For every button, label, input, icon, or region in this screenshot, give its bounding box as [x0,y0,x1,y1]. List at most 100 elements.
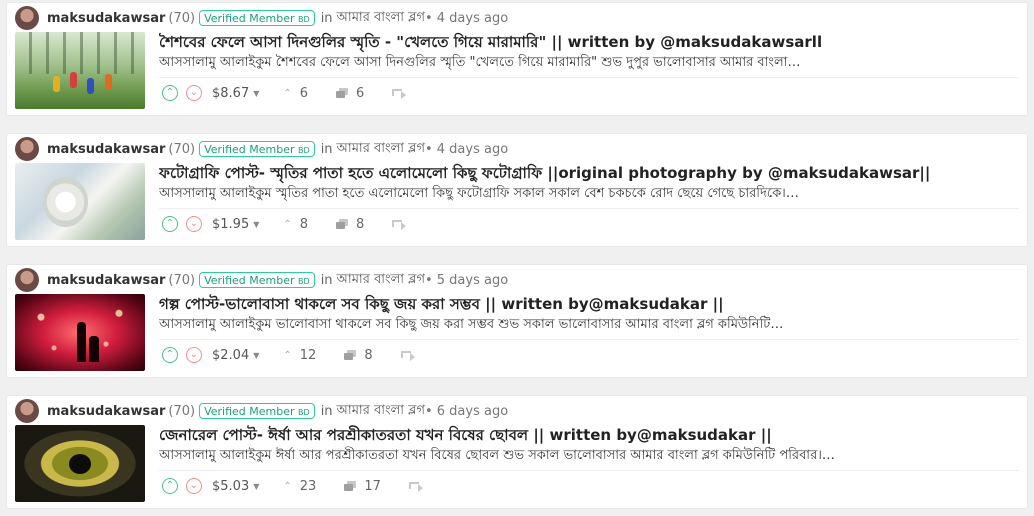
author-link[interactable]: maksudakawsar [47,273,165,288]
post-time: • 4 days ago [424,10,509,26]
comments-icon[interactable] [336,219,349,229]
caret-down-icon[interactable]: ▼ [253,220,259,229]
comments-count[interactable]: 17 [364,479,381,494]
author-link[interactable]: maksudakawsar [47,142,165,157]
post-header: maksudakawsar (70) Verified Member BD in… [15,6,509,30]
votes-icon[interactable]: ⌃ [283,219,291,230]
post-time: • 5 days ago [424,272,509,288]
verified-badge: Verified Member BD [199,10,315,26]
payout-amount[interactable]: $8.67 [212,86,249,101]
votes-count[interactable]: 23 [300,479,317,494]
votes-icon[interactable]: ⌃ [283,350,291,361]
avatar[interactable] [15,137,39,161]
post-actions: ⌃ ⌄ $5.03 ▼ ⌃ 23 17 [162,476,423,496]
votes-icon[interactable]: ⌃ [283,481,291,492]
comments-icon[interactable] [336,88,349,98]
community-link[interactable]: আমার বাংলা ব্লগ [337,401,425,422]
post-actions: ⌃ ⌄ $2.04 ▼ ⌃ 12 8 [162,345,415,365]
post-header: maksudakawsar (70) Verified Member BD in… [15,137,509,161]
payout-amount[interactable]: $2.04 [212,348,249,363]
community-link[interactable]: আমার বাংলা ব্লগ [337,8,425,29]
badge-text: Verified Member [204,274,295,287]
post-thumbnail[interactable] [15,425,145,502]
votes-count[interactable]: 12 [300,348,317,363]
in-label: in [320,10,333,26]
badge-text: Verified Member [204,405,295,418]
post-card: maksudakawsar (70) Verified Member BD in… [6,133,1028,247]
divider [159,339,1019,340]
comments-icon[interactable] [344,350,357,360]
figure-silhouette [89,336,99,362]
reputation: (70) [168,272,196,288]
in-label: in [320,403,333,419]
badge-text: Verified Member [204,12,295,25]
author-link[interactable]: maksudakawsar [47,404,165,419]
in-label: in [320,141,333,157]
chevron-up-icon[interactable]: ⌃ [162,347,178,363]
verified-badge: Verified Member BD [199,272,315,288]
reblog-icon[interactable] [400,350,415,361]
post-header: maksudakawsar (70) Verified Member BD in… [15,268,509,292]
avatar[interactable] [15,399,39,423]
reputation: (70) [168,10,196,26]
chevron-down-icon[interactable]: ⌄ [186,478,202,494]
caret-down-icon[interactable]: ▼ [253,89,259,98]
in-label: in [320,272,333,288]
chevron-up-icon[interactable]: ⌃ [162,216,178,232]
author-link[interactable]: maksudakawsar [47,11,165,26]
divider [159,77,1019,78]
post-header: maksudakawsar (70) Verified Member BD in… [15,399,509,423]
caret-down-icon[interactable]: ▼ [253,482,259,491]
post-excerpt[interactable]: আসসালামু আলাইকুম স্মৃতির পাতা হতে এলোমেল… [159,184,1019,205]
community-link[interactable]: আমার বাংলা ব্লগ [337,270,425,291]
figure-silhouette [77,322,86,362]
reblog-icon[interactable] [392,219,407,230]
comments-icon[interactable] [344,481,357,491]
votes-icon[interactable]: ⌃ [283,88,291,99]
payout-amount[interactable]: $5.03 [212,479,249,494]
reblog-icon[interactable] [392,88,407,99]
divider [159,208,1019,209]
chevron-up-icon[interactable]: ⌃ [162,85,178,101]
badge-text: Verified Member [204,143,295,156]
comments-count[interactable]: 8 [364,348,372,363]
child-figure [70,72,77,88]
badge-tag: BD [298,408,310,417]
verified-badge: Verified Member BD [199,141,315,157]
badge-tag: BD [298,277,310,286]
post-time: • 6 days ago [424,403,509,419]
votes-count[interactable]: 8 [300,217,308,232]
child-figure [87,78,94,94]
comments-count[interactable]: 6 [356,86,364,101]
chevron-down-icon[interactable]: ⌄ [186,347,202,363]
verified-badge: Verified Member BD [199,403,315,419]
community-link[interactable]: আমার বাংলা ব্লগ [337,139,425,160]
reputation: (70) [168,141,196,157]
child-figure [53,76,60,92]
avatar[interactable] [15,6,39,30]
post-thumbnail[interactable] [15,32,145,109]
post-time: • 4 days ago [424,141,509,157]
post-actions: ⌃ ⌄ $8.67 ▼ ⌃ 6 6 [162,83,407,103]
reblog-icon[interactable] [408,481,423,492]
caret-down-icon[interactable]: ▼ [253,351,259,360]
votes-count[interactable]: 6 [300,86,308,101]
badge-tag: BD [298,146,310,155]
chevron-down-icon[interactable]: ⌄ [186,216,202,232]
post-excerpt[interactable]: আসসালামু আলাইকুম ভালোবাসা থাকলে সব কিছু … [159,315,1019,336]
payout-amount[interactable]: $1.95 [212,217,249,232]
chevron-down-icon[interactable]: ⌄ [186,85,202,101]
avatar[interactable] [15,268,39,292]
post-excerpt[interactable]: আসসালামু আলাইকুম ঈর্ষা আর পরশ্রীকাতরতা য… [159,446,1019,467]
reputation: (70) [168,403,196,419]
post-excerpt[interactable]: আসসালামু আলাইকুম শৈশবের ফেলে আসা দিনগুলি… [159,53,1019,74]
divider [159,470,1019,471]
post-card: maksudakawsar (70) Verified Member BD in… [6,395,1028,509]
post-feed: maksudakawsar (70) Verified Member BD in… [0,0,1034,516]
chevron-up-icon[interactable]: ⌃ [162,478,178,494]
post-card: maksudakawsar (70) Verified Member BD in… [6,2,1028,116]
child-figure [105,74,112,90]
comments-count[interactable]: 8 [356,217,364,232]
post-thumbnail[interactable] [15,294,145,371]
post-thumbnail[interactable] [15,163,145,240]
